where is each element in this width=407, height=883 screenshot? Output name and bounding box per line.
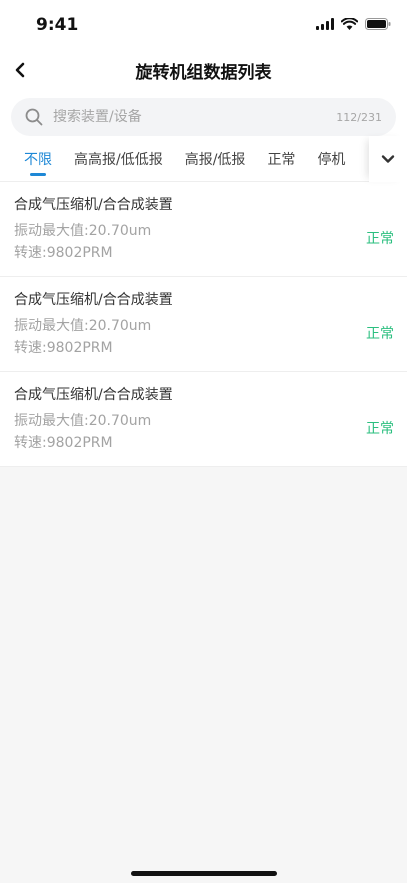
- status-icons: [316, 18, 391, 30]
- list-item[interactable]: 合成气压缩机/合合成装置 振动最大值:20.70um 转速:9802PRM 正常: [0, 182, 407, 277]
- list-item[interactable]: 合成气压缩机/合合成装置 振动最大值:20.70um 转速:9802PRM 正常: [0, 372, 407, 467]
- tab-high-low-alarm[interactable]: 高报/低报: [185, 136, 246, 182]
- item-vibration: 振动最大值:20.70um: [14, 413, 152, 429]
- chevron-down-icon: [381, 154, 395, 163]
- search-section: 112/231: [0, 90, 407, 136]
- item-vibration: 振动最大值:20.70um: [14, 318, 152, 334]
- nav-bar: 旋转机组数据列表: [0, 50, 407, 90]
- app-screen: 9:41 旋转机组数据列表 搜索装置/设备 112/231 不限 高高报/低低报…: [0, 0, 407, 883]
- tab-high-high-low-low-alarm[interactable]: 高高报/低低报: [74, 136, 163, 182]
- battery-icon: [365, 18, 391, 30]
- filter-tabs: 不限 高高报/低低报 高报/低报 正常 停机: [0, 136, 369, 182]
- status-time: 9:41: [36, 15, 79, 35]
- item-speed: 转速:9802PRM: [14, 435, 113, 451]
- status-bar: 9:41: [0, 0, 407, 50]
- unit-list: 合成气压缩机/合合成装置 振动最大值:20.70um 转速:9802PRM 正常…: [0, 182, 407, 467]
- item-title: 合成气压缩机/合合成装置: [14, 197, 173, 213]
- tab-shutdown[interactable]: 停机: [317, 136, 345, 182]
- status-badge: 正常: [366, 231, 394, 247]
- page-title: 旋转机组数据列表: [135, 63, 272, 83]
- status-badge: 正常: [366, 326, 394, 342]
- list-item[interactable]: 合成气压缩机/合合成装置 振动最大值:20.70um 转速:9802PRM 正常: [0, 277, 407, 372]
- tab-unlimited[interactable]: 不限: [24, 136, 52, 182]
- header-area: 9:41 旋转机组数据列表 搜索装置/设备 112/231 不限 高高报/低低报…: [0, 0, 407, 182]
- search-result-count: 112/231: [336, 110, 382, 124]
- cellular-signal-icon: [316, 18, 334, 30]
- tab-normal[interactable]: 正常: [267, 136, 295, 182]
- item-vibration: 振动最大值:20.70um: [14, 223, 152, 239]
- filter-tabs-bar: 不限 高高报/低低报 高报/低报 正常 停机: [0, 135, 407, 182]
- item-speed: 转速:9802PRM: [14, 340, 113, 356]
- search-icon: [25, 108, 43, 126]
- item-speed: 转速:9802PRM: [14, 245, 113, 261]
- home-indicator: [130, 871, 277, 876]
- item-title: 合成气压缩机/合合成装置: [14, 387, 173, 403]
- item-title: 合成气压缩机/合合成装置: [14, 292, 173, 308]
- tabs-expand-button[interactable]: [369, 135, 407, 182]
- status-badge: 正常: [366, 421, 394, 437]
- search-input[interactable]: [53, 109, 337, 125]
- search-box[interactable]: 112/231: [11, 98, 396, 136]
- wifi-icon: [341, 18, 358, 30]
